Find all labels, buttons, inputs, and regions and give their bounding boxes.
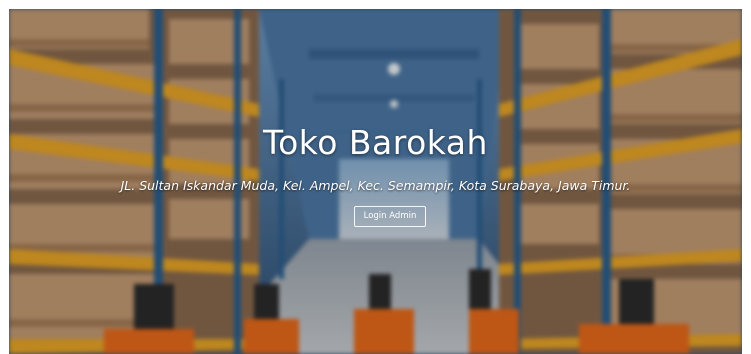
page: Toko Barokah JL. Sultan Iskandar Muda, K…: [0, 0, 751, 354]
login-admin-button[interactable]: Login Admin: [354, 206, 426, 227]
site-address: JL. Sultan Iskandar Muda, Kel. Ampel, Ke…: [120, 178, 631, 193]
site-title: Toko Barokah: [263, 123, 488, 162]
hero-banner: Toko Barokah JL. Sultan Iskandar Muda, K…: [9, 9, 742, 354]
hero-content: Toko Barokah JL. Sultan Iskandar Muda, K…: [9, 9, 742, 354]
